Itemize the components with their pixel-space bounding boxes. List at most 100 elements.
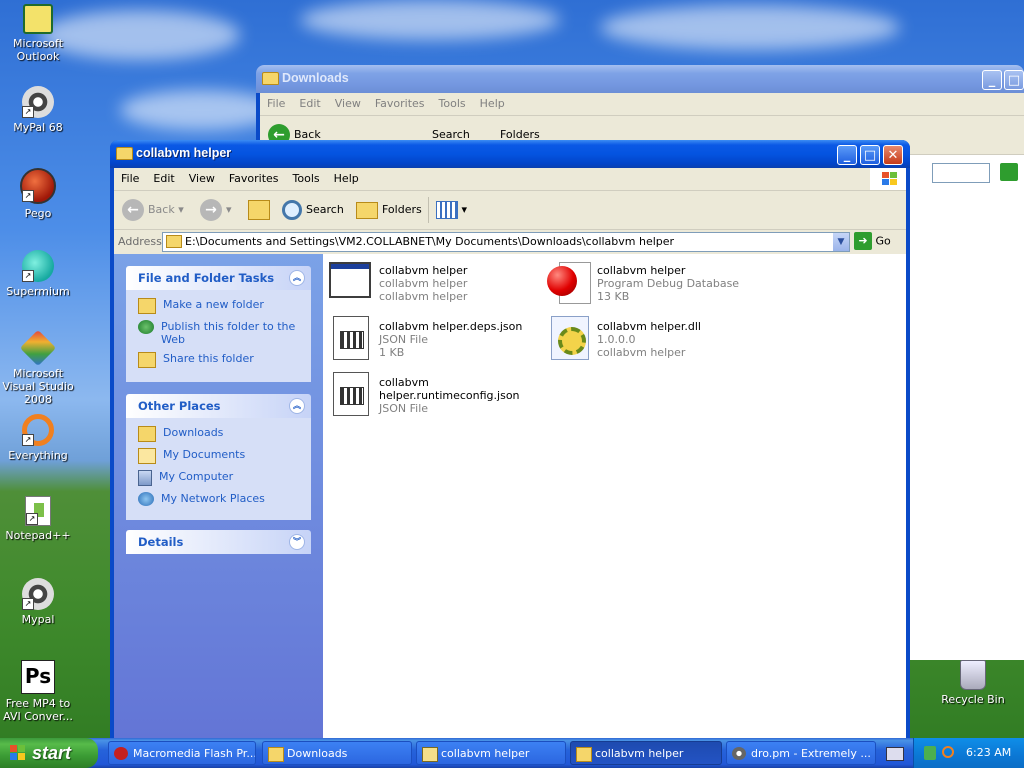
taskbar-item-dro-pm[interactable]: dro.pm - Extremely ... [726, 741, 876, 765]
search-icon [282, 200, 302, 220]
taskbar-item-label: Downloads [287, 747, 348, 760]
tray-app-icon[interactable] [924, 746, 936, 760]
make-new-folder-link[interactable]: Make a new folder [138, 298, 311, 314]
file-item[interactable]: collabvm helper.runtimeconfig.json JSON … [379, 376, 520, 415]
file-list[interactable]: collabvm helper collabvm helper collabvm… [323, 254, 906, 738]
minimize-button[interactable]: _ [837, 145, 857, 165]
publish-folder-link[interactable]: Publish this folder to the Web [138, 320, 311, 346]
desktop-icon-recycle-bin[interactable]: Recycle Bin [932, 660, 1014, 706]
json-file-icon[interactable] [333, 372, 369, 416]
file-item[interactable]: collabvm helper collabvm helper collabvm… [379, 264, 467, 303]
desktop-icon-notepadpp[interactable]: ↗ Notepad++ [0, 496, 79, 542]
menu-tools[interactable]: Tools [286, 168, 327, 185]
panel-title: File and Folder Tasks [138, 271, 275, 285]
taskbar-item-flash[interactable]: Macromedia Flash Pr... [108, 741, 256, 765]
file-item[interactable]: collabvm helper.dll 1.0.0.0 collabvm hel… [597, 320, 701, 359]
desktop-icon-visual-studio[interactable]: Microsoft Visual Studio 2008 [0, 329, 79, 406]
close-button[interactable]: ✕ [883, 145, 903, 165]
panel-header[interactable]: Other Places ︽ [126, 394, 311, 418]
desktop-icon-mypal[interactable]: ↗ Mypal [0, 578, 79, 626]
start-button[interactable]: start [0, 738, 98, 768]
go-button[interactable]: ➜ Go [854, 232, 891, 250]
folder-icon [268, 747, 284, 762]
taskbar-item-downloads[interactable]: Downloads [262, 741, 412, 765]
maximize-button[interactable]: □ [1004, 70, 1024, 90]
address-combo[interactable] [932, 163, 990, 183]
file-type: Program Debug Database [597, 277, 740, 290]
link-label: My Network Places [161, 492, 265, 505]
desktop-icon-pego[interactable]: ↗ Pego [0, 168, 79, 220]
pdb-icon[interactable] [547, 260, 591, 304]
address-bar: Address E:\Documents and Settings\VM2.CO… [114, 230, 906, 255]
views-button[interactable]: ▾ [436, 197, 467, 223]
menu-favorites[interactable]: Favorites [368, 93, 432, 110]
desktop-icon-everything[interactable]: ↗ Everything [0, 414, 79, 462]
link-label: Make a new folder [163, 298, 264, 311]
raccoon-icon: ↗ [22, 86, 54, 118]
collapse-icon[interactable]: ︽ [289, 398, 305, 414]
file-item[interactable]: collabvm helper Program Debug Database 1… [597, 264, 739, 303]
forward-button[interactable]: → ▾ [200, 197, 232, 223]
downloads-titlebar[interactable]: Downloads _ □ [256, 65, 1024, 93]
desktop-icon-outlook[interactable]: Microsoft Outlook [0, 4, 79, 63]
go-arrow-icon[interactable] [1000, 163, 1018, 181]
search-label: Search [306, 203, 344, 216]
taskbar-item-collabvm-helper-app[interactable]: collabvm helper [416, 741, 566, 765]
search-button[interactable]: Search [282, 197, 344, 223]
explorer-window[interactable]: collabvm helper _ □ ✕ File Edit View Favori… [110, 140, 910, 738]
desktop-icon-free-mp4[interactable]: Ps Free MP4 to AVI Conver... [0, 660, 79, 723]
my-network-places-link[interactable]: My Network Places [138, 492, 311, 506]
forward-arrow-icon: → [200, 199, 222, 221]
menu-help[interactable]: Help [473, 93, 512, 110]
panel-header[interactable]: Details ︾ [126, 530, 311, 554]
file-type: JSON File [379, 402, 429, 415]
maximize-button[interactable]: □ [860, 145, 880, 165]
desktop-icon-supermium[interactable]: ↗ Supermium [0, 250, 79, 298]
json-file-icon[interactable] [333, 316, 369, 360]
menu-view[interactable]: View [328, 93, 368, 110]
share-folder-link[interactable]: Share this folder [138, 352, 311, 368]
folder-icon [116, 147, 133, 160]
chevron-down-icon[interactable]: ▼ [833, 233, 849, 251]
panel-header[interactable]: File and Folder Tasks ︽ [126, 266, 311, 290]
taskbar-item-collabvm-helper-folder[interactable]: collabvm helper [570, 741, 722, 765]
collapse-icon[interactable]: ︽ [289, 270, 305, 286]
clock[interactable]: 6:23 AM [966, 746, 1011, 759]
address-field[interactable]: E:\Documents and Settings\VM2.COLLABNET\… [162, 232, 850, 252]
expand-icon[interactable]: ︾ [289, 534, 305, 550]
taskbar: start Macromedia Flash Pr... Downloads c… [0, 738, 1024, 768]
menu-view[interactable]: View [182, 168, 222, 185]
folders-icon [356, 201, 378, 219]
back-button[interactable]: ← Back ▾ [122, 197, 184, 223]
folders-button[interactable]: Folders [356, 197, 422, 223]
menu-edit[interactable]: Edit [292, 93, 327, 110]
my-documents-link[interactable]: My Documents [138, 448, 311, 464]
explorer-titlebar[interactable]: collabvm helper _ □ ✕ [110, 140, 910, 168]
task-pane: File and Folder Tasks ︽ Make a new folder… [114, 254, 323, 738]
menu-file[interactable]: File [114, 168, 146, 185]
taskbar-item-label: collabvm helper [441, 747, 530, 760]
menu-edit[interactable]: Edit [146, 168, 181, 185]
desktop-icon-mypal68[interactable]: ↗ MyPal 68 [0, 86, 79, 134]
downloads-link[interactable]: Downloads [138, 426, 311, 442]
file-name: collabvm helper [379, 264, 468, 277]
application-icon[interactable] [329, 262, 371, 298]
dll-icon[interactable] [551, 316, 589, 360]
menu-help[interactable]: Help [327, 168, 366, 185]
file-name: collabvm helper.deps.json [379, 320, 523, 333]
share-folder-icon [138, 352, 156, 368]
file-item[interactable]: collabvm helper.deps.json JSON File 1 KB [379, 320, 522, 359]
keyboard-icon[interactable] [886, 747, 904, 761]
up-folder-icon [248, 200, 270, 220]
menu-file[interactable]: File [260, 93, 292, 110]
my-computer-link[interactable]: My Computer [138, 470, 311, 486]
everything-tray-icon[interactable] [942, 746, 954, 758]
address-label: Address [118, 235, 162, 248]
up-folder-button[interactable] [248, 197, 270, 223]
menu-favorites[interactable]: Favorites [222, 168, 286, 185]
back-label: Back [148, 203, 175, 216]
my-computer-icon [138, 470, 152, 486]
back-arrow-icon: ← [122, 199, 144, 221]
menu-tools[interactable]: Tools [432, 93, 473, 110]
minimize-button[interactable]: _ [982, 70, 1002, 90]
